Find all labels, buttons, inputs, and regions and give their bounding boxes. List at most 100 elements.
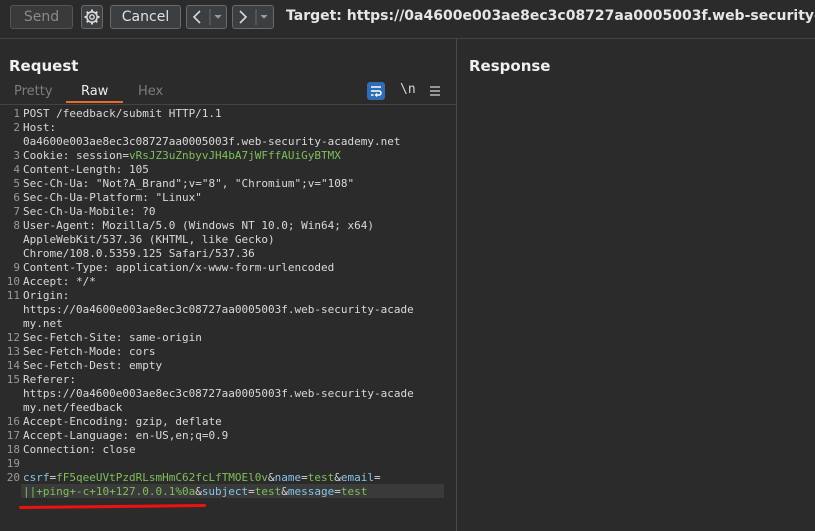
code-token: "Linux" xyxy=(155,191,202,204)
code-token: ?0 xyxy=(142,205,156,218)
code-line: Cookie: session=vRsJZ3uZnbyvJH4bA7jWFffA… xyxy=(23,149,341,163)
code-token: Sec-Fetch-Dest: xyxy=(23,359,129,372)
code-line: ||+ping+-c+10+127.0.0.1%0a&subject=test&… xyxy=(23,485,367,499)
code-token: */* xyxy=(75,275,96,288)
code-line: 0a4600e003ae8ec3c08727aa0005003f.web-sec… xyxy=(23,135,401,149)
code-line: Accept-Encoding: gzip, deflate xyxy=(23,415,222,429)
code-token: session xyxy=(75,149,123,162)
code-line: Sec-Ch-Ua-Platform: "Linux" xyxy=(23,191,202,205)
line-number: 9 xyxy=(13,261,20,274)
code-token: vRsJZ3uZnbyvJH4bA7jWFffAUiGyBTMX xyxy=(128,149,341,162)
code-token: Sec-Fetch-Mode: xyxy=(23,345,129,358)
code-token: test xyxy=(340,485,368,498)
target-url: Target: https://0a4600e003ae8ec3c08727aa… xyxy=(286,8,815,24)
line-number xyxy=(0,233,20,247)
code-token: Sec-Ch-Ua: xyxy=(23,177,96,190)
line-number xyxy=(0,247,20,261)
tab-pretty[interactable]: Pretty xyxy=(14,84,53,99)
code-token: en-US,en;q=0.9 xyxy=(135,429,229,442)
code-line: Content-Length: 105 xyxy=(23,163,149,177)
code-line: Sec-Ch-Ua-Mobile: ?0 xyxy=(23,205,155,219)
settings-button[interactable] xyxy=(81,5,103,29)
line-number xyxy=(0,303,20,317)
toolbar: Send Cancel Target: https://0a4600e003ae… xyxy=(0,0,815,36)
code-token: & xyxy=(281,485,288,498)
red-underline-annotation xyxy=(18,504,207,509)
code-token: Accept-Language: xyxy=(23,429,136,442)
code-token: https://0a4600e003ae8ec3c08727aa0005003f… xyxy=(23,303,414,316)
code-line: Sec-Fetch-Site: same-origin xyxy=(23,331,202,345)
cancel-button[interactable]: Cancel xyxy=(110,5,181,29)
send-button[interactable]: Send xyxy=(10,5,73,29)
code-token: Sec-Ch-Ua-Mobile: xyxy=(23,205,143,218)
code-token: email xyxy=(340,471,375,484)
back-button[interactable] xyxy=(186,5,227,29)
code-token: Connection: xyxy=(23,443,103,456)
line-number: 2 xyxy=(13,121,20,134)
code-line: Connection: close xyxy=(23,443,136,457)
code-token: & xyxy=(195,485,202,498)
line-number xyxy=(0,485,20,499)
code-line: User-Agent: Mozilla/5.0 (Windows NT 10.0… xyxy=(23,219,374,233)
show-newlines-toggle[interactable]: \n xyxy=(400,82,416,97)
line-number: 17 xyxy=(6,429,20,442)
line-number: 16 xyxy=(6,415,20,428)
code-token: Chrome/108.0.5359.125 Safari/537.36 xyxy=(23,247,255,260)
code-token: Cookie: xyxy=(23,149,76,162)
request-tabs: Pretty Raw Hex \n xyxy=(0,82,456,104)
request-title: Request xyxy=(9,57,79,75)
tabs-divider xyxy=(0,104,456,105)
gear-icon xyxy=(84,9,100,25)
code-token: cors xyxy=(128,345,156,358)
code-line: csrf=fF5qeeUVtPzdRLsmHmC62fcLfTMOEl0v&na… xyxy=(23,471,381,485)
tab-raw[interactable]: Raw xyxy=(81,84,108,99)
line-number: 8 xyxy=(13,219,20,232)
line-number: 11 xyxy=(6,289,20,302)
pretty-print-toggle[interactable] xyxy=(367,82,385,100)
code-token: gzip, deflate xyxy=(135,415,222,428)
code-token: AppleWebKit/537.36 (KHTML, like Gecko) xyxy=(23,233,275,246)
line-number: 18 xyxy=(6,443,20,456)
code-token: = xyxy=(248,485,255,498)
code-token: subject xyxy=(201,485,249,498)
code-token: & xyxy=(268,471,275,484)
chevron-right-icon xyxy=(239,9,268,25)
code-line: Content-Type: application/x-www-form-url… xyxy=(23,261,334,275)
code-token: https://0a4600e003ae8ec3c08727aa0005003f… xyxy=(23,387,414,400)
tab-hex[interactable]: Hex xyxy=(138,84,163,99)
code-token: = xyxy=(334,485,341,498)
forward-button[interactable] xyxy=(232,5,274,29)
line-number xyxy=(0,317,20,331)
code-token: 0a4600e003ae8ec3c08727aa0005003f.web-sec… xyxy=(23,135,401,148)
code-token: fF5qeeUVtPzdRLsmHmC62fcLfTMOEl0v xyxy=(56,471,269,484)
code-line: https://0a4600e003ae8ec3c08727aa0005003f… xyxy=(23,387,414,401)
line-number: 14 xyxy=(6,359,20,372)
code-token: Referer: xyxy=(23,373,76,386)
toolbar-divider xyxy=(0,38,815,39)
code-line: POST /feedback/submit HTTP/1.1 xyxy=(23,107,222,121)
line-number: 20 xyxy=(6,471,20,484)
code-token: Host: xyxy=(23,121,57,134)
line-number: 7 xyxy=(13,205,20,218)
line-number: 5 xyxy=(13,177,20,190)
code-token: POST /feedback/submit HTTP/1.1 xyxy=(23,107,222,120)
line-number: 3 xyxy=(13,149,20,162)
code-line: AppleWebKit/537.36 (KHTML, like Gecko) xyxy=(23,233,275,247)
code-token: Content-Type: xyxy=(23,261,116,274)
code-line: Referer: xyxy=(23,373,76,387)
code-token: Mozilla/5.0 (Windows NT 10.0; Win64; x64… xyxy=(102,219,375,232)
menu-button[interactable] xyxy=(426,82,444,100)
code-line: https://0a4600e003ae8ec3c08727aa0005003f… xyxy=(23,303,414,317)
line-number xyxy=(0,387,20,401)
code-token: my.net/feedback xyxy=(23,401,123,414)
pane-divider[interactable] xyxy=(456,39,457,531)
code-token: close xyxy=(102,443,136,456)
code-line: Sec-Ch-Ua: "Not?A_Brand";v="8", "Chromiu… xyxy=(23,177,354,191)
code-line: Chrome/108.0.5359.125 Safari/537.36 xyxy=(23,247,255,261)
code-token: = xyxy=(301,471,308,484)
code-token: csrf xyxy=(23,471,50,484)
code-token: Origin: xyxy=(23,289,70,302)
line-number: 4 xyxy=(13,163,20,176)
code-token: Accept-Encoding: xyxy=(23,415,136,428)
code-token: message xyxy=(287,485,335,498)
